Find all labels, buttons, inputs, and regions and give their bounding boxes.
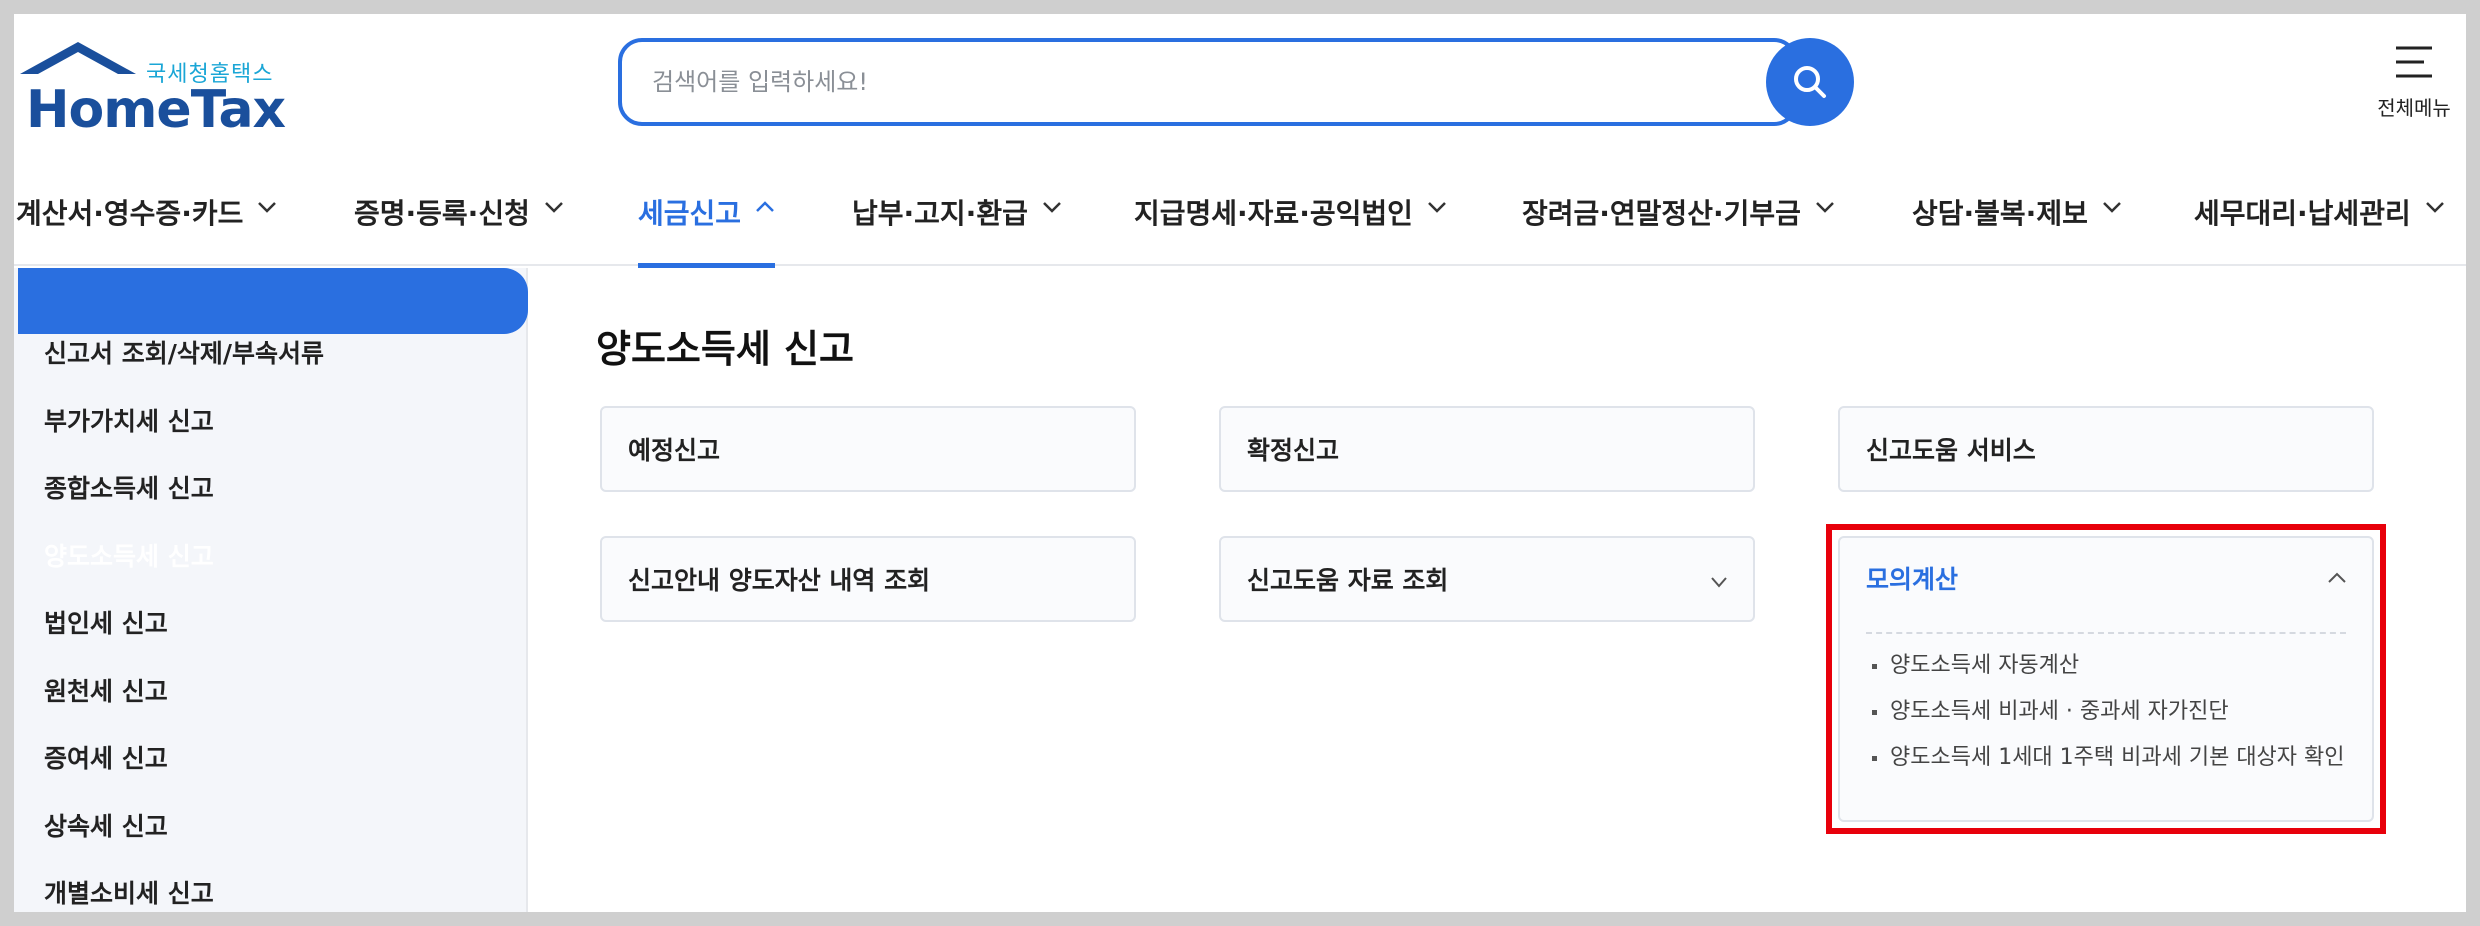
chevron-down-icon [258,202,277,213]
chevron-down-icon [1815,202,1834,213]
sidebar-item-label: 개별소비세 신고 [44,879,214,908]
gnb-item-tax-filing[interactable]: 세금신고 [638,166,776,268]
main-navigation: 계산서·영수증·카드 증명·등록·신청 세금신고 납부·고지·환급 지급명세·자… [14,166,2466,268]
sidebar-item-inheritance-tax[interactable]: 상속세 신고 [44,795,168,855]
page-frame: 국세청홈택스 HomeTax 전체메뉴 계산서·영수증·카드 [14,14,2466,912]
link-self-diagnosis[interactable]: 양도소득세 비과세 · 중과세 자가진단 [1868,696,2348,728]
all-menu-label: 전체메뉴 [2377,96,2451,120]
chevron-down-icon [1427,202,1446,213]
gnb-label: 납부·고지·환급 [852,197,1028,230]
search-icon [1794,66,1826,98]
all-menu-button[interactable]: 전체메뉴 [2364,42,2464,132]
active-tab-indicator [638,263,776,268]
card-label: 신고안내 양도자산 내역 조회 [628,566,931,595]
house-roof-icon [20,42,136,74]
chevron-down-icon [1042,202,1061,213]
page-title: 양도소득세 신고 [596,327,854,371]
sidebar-item-corporate-tax[interactable]: 법인세 신고 [44,592,168,652]
sidebar-item-label: 상속세 신고 [44,812,168,841]
logo-title: HomeTax [26,80,286,140]
sidebar-item-capital-gains[interactable]: 양도소득세 신고 [44,525,214,585]
mock-calculation-title[interactable]: 모의계산 [1866,560,1958,596]
hometax-logo[interactable]: 국세청홈택스 HomeTax [18,40,298,150]
card-label: 확정신고 [1247,436,1340,465]
gnb-item-incentive[interactable]: 장려금·연말정산·기부금 [1522,166,1835,266]
card-help-data-inquiry[interactable]: 신고도움 자료 조회 [1219,536,1755,622]
link-label: 양도소득세 1세대 1주택 비과세 기본 대상자 확인 [1890,745,2345,770]
divider [1866,632,2346,634]
card-asset-history-inquiry[interactable]: 신고안내 양도자산 내역 조회 [600,536,1136,622]
gnb-item-statement[interactable]: 지급명세·자료·공익법인 [1134,166,1447,266]
sidebar-item-label: 양도소득세 신고 [44,542,214,571]
gnb-label: 계산서·영수증·카드 [16,197,244,230]
gnb-item-tax-agent[interactable]: 세무대리·납세관리 [2194,166,2445,266]
chevron-down-icon [2425,202,2444,213]
gnb-item-invoice[interactable]: 계산서·영수증·카드 [16,166,277,266]
chevron-down-icon [2102,202,2121,213]
gnb-label: 장려금·연말정산·기부금 [1522,197,1801,230]
sidebar-item-label: 증여세 신고 [44,744,168,773]
sidebar-item-label: 신고서 조회/삭제/부속서류 [44,339,324,368]
card-filing-help-service[interactable]: 신고도움 서비스 [1838,406,2374,492]
chevron-up-icon [756,201,774,212]
sidebar-item-vat[interactable]: 부가가치세 신고 [44,390,214,450]
sidebar-item-excise-tax[interactable]: 개별소비세 신고 [44,862,214,912]
gnb-label: 세금신고 [638,197,742,230]
sidebar-item-income-tax[interactable]: 종합소득세 신고 [44,457,214,517]
gnb-label: 지급명세·자료·공익법인 [1134,197,1413,230]
hamburger-icon [2396,46,2432,78]
sidebar-item-gift-tax[interactable]: 증여세 신고 [44,727,168,787]
bullet [1872,756,1877,761]
card-preliminary-return[interactable]: 예정신고 [600,406,1136,492]
sidebar-item-label: 원천세 신고 [44,677,168,706]
gnb-label: 상담·불복·제보 [1912,197,2088,230]
gnb-item-consulting[interactable]: 상담·불복·제보 [1912,166,2122,266]
sidebar-item-return-inquiry[interactable]: 신고서 조회/삭제/부속서류 [44,322,324,382]
card-label: 신고도움 자료 조회 [1247,566,1449,595]
search-button[interactable] [1766,38,1854,126]
chevron-down-icon [544,202,563,213]
sidebar-item-label: 종합소득세 신고 [44,474,214,503]
chevron-up-icon[interactable] [2328,572,2346,584]
search-input[interactable] [652,60,1712,104]
link-label: 양도소득세 비과세 · 중과세 자가진단 [1890,699,2229,724]
link-label: 양도소득세 자동계산 [1890,653,2080,678]
card-label: 신고도움 서비스 [1866,436,2036,465]
sidebar-item-label: 부가가치세 신고 [44,407,214,436]
gnb-label: 세무대리·납세관리 [2194,197,2411,230]
sidebar-item-label: 법인세 신고 [44,609,168,638]
bullet [1872,710,1877,715]
link-one-house-check[interactable]: 양도소득세 1세대 1주택 비과세 기본 대상자 확인 [1868,742,2348,774]
gnb-item-payment[interactable]: 납부·고지·환급 [852,166,1062,266]
card-label: 예정신고 [628,436,721,465]
search-box [618,38,1798,126]
card-mock-calculation: 모의계산 양도소득세 자동계산 양도소득세 비과세 · 중과세 자가진단 양도소… [1838,536,2374,822]
bullet [1872,664,1877,669]
card-final-return[interactable]: 확정신고 [1219,406,1755,492]
chevron-down-icon [1711,577,1727,588]
header: 국세청홈택스 HomeTax 전체메뉴 계산서·영수증·카드 [14,14,2466,268]
sidebar-item-withholding[interactable]: 원천세 신고 [44,660,168,720]
gnb-label: 증명·등록·신청 [354,197,530,230]
link-auto-calculation[interactable]: 양도소득세 자동계산 [1868,650,2348,682]
gnb-item-certificate[interactable]: 증명·등록·신청 [354,166,564,266]
